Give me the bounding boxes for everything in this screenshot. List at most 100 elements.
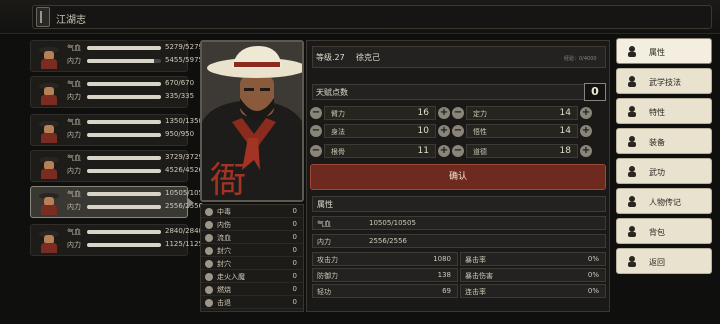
roster-item[interactable]: 气血 670/670 内力 335/335	[30, 76, 194, 108]
mp-label: 内力	[67, 93, 81, 101]
attribute-value: 16	[417, 108, 429, 118]
martial-icon	[628, 76, 636, 87]
combat-stat-name: 防御力	[317, 272, 338, 280]
menu-button-label: 属性	[649, 48, 665, 57]
plus-button[interactable]: +	[438, 145, 450, 157]
mp-value: 4526/4526	[165, 166, 203, 174]
mp-bar-fill	[87, 243, 161, 247]
avatar-body	[41, 95, 57, 105]
attribute-row: − 身法 10 +	[310, 124, 450, 138]
avatar	[37, 119, 61, 143]
mp-value: 2556/2556	[165, 202, 203, 210]
hp-bar-fill	[87, 46, 161, 50]
attribute-row: − 定力 14 +	[452, 106, 592, 120]
combat-stat: 暴击率 0%	[460, 252, 606, 266]
menu-button-7[interactable]: 背包	[616, 218, 712, 244]
minus-button[interactable]: −	[310, 145, 322, 157]
attribute-row: − 道德 18 +	[452, 144, 592, 158]
combat-stat-value: 0%	[587, 271, 599, 279]
plus-button[interactable]: +	[438, 125, 450, 137]
mp-bar	[87, 205, 161, 209]
attribute-name: 身法	[331, 128, 345, 136]
status-row: 流血 0	[201, 232, 303, 244]
status-list: 中毒 0 内伤 0 流血 0 封穴 0 封穴 0 走火入魔 0 燃烧 0 击退 0	[200, 204, 304, 312]
attribute-field: 根骨 11	[324, 144, 436, 158]
minus-button[interactable]: −	[452, 125, 464, 137]
door-icon	[628, 256, 636, 267]
status-value: 0	[292, 272, 297, 280]
attribute-row: − 根骨 11 +	[310, 144, 450, 158]
plus-button[interactable]: +	[580, 125, 592, 137]
info-name: 内力	[317, 238, 331, 246]
mp-bar	[87, 59, 161, 63]
avatar	[37, 45, 61, 69]
combat-stat-value: 69	[442, 287, 451, 295]
hp-label: 气血	[67, 80, 81, 88]
roster-item[interactable]: 气血 5279/5279 内力 5455/5975	[30, 40, 203, 72]
hp-label: 气血	[67, 228, 81, 236]
menu-button-6[interactable]: 人物传记	[616, 188, 712, 214]
menu-button-4[interactable]: 装备	[616, 128, 712, 154]
mp-bar	[87, 95, 161, 99]
attribute-row: − 臂力 16 +	[310, 106, 450, 120]
mp-value: 335/335	[165, 92, 195, 100]
attribute-field: 道德 18	[466, 144, 578, 158]
roster-item[interactable]: 气血 10505/10505 内力 2556/2556	[30, 186, 212, 218]
avatar-body	[41, 59, 57, 69]
minus-button[interactable]: −	[452, 145, 464, 157]
mp-bar-fill	[87, 59, 155, 63]
avatar	[37, 81, 61, 105]
mp-bar-fill	[87, 95, 161, 99]
mp-label: 内力	[67, 241, 81, 249]
status-row: 走火入魔 0	[201, 271, 303, 283]
status-name: 中毒	[217, 208, 231, 216]
menu-button-3[interactable]: 特性	[616, 98, 712, 124]
combat-stat-name: 暴击伤害	[465, 272, 493, 280]
plus-button[interactable]: +	[438, 107, 450, 119]
avatar-body	[41, 243, 57, 253]
plus-button[interactable]: +	[580, 107, 592, 119]
menu-button-2[interactable]: 武学技法	[616, 68, 712, 94]
roster-item[interactable]: 气血 2840/2840 内力 1125/1125	[30, 224, 203, 256]
menu-button-label: 人物传记	[649, 198, 681, 207]
hp-bar-fill	[87, 192, 161, 196]
minus-button[interactable]: −	[310, 107, 322, 119]
portrait-badge: 衙	[210, 160, 246, 201]
roster-item[interactable]: 气血 1350/1350 内力 950/950	[30, 114, 203, 146]
mp-bar-fill	[87, 169, 161, 173]
status-value: 0	[292, 246, 297, 254]
avatar	[37, 191, 61, 215]
attribute-value: 18	[559, 146, 571, 156]
mp-bar-fill	[87, 205, 161, 209]
menu-button-5[interactable]: 武功	[616, 158, 712, 184]
combat-stat-value: 0%	[587, 255, 599, 263]
hp-bar	[87, 156, 161, 160]
avatar	[37, 155, 61, 179]
combat-stat-name: 暴击率	[465, 256, 486, 264]
plus-button[interactable]: +	[580, 145, 592, 157]
status-icon	[205, 208, 213, 216]
attribute-name: 根骨	[331, 148, 345, 156]
minus-button[interactable]: −	[452, 107, 464, 119]
status-value: 0	[292, 220, 297, 228]
mp-value: 5455/5975	[165, 56, 203, 64]
status-name: 击退	[217, 299, 231, 307]
menu-button-label: 返回	[649, 258, 665, 267]
status-row: 燃烧 0	[201, 284, 303, 296]
minus-button[interactable]: −	[310, 125, 322, 137]
menu-button-8[interactable]: 返回	[616, 248, 712, 274]
combat-stat-value: 1080	[433, 255, 451, 263]
menu-button-1[interactable]: 属性	[616, 38, 712, 64]
title-box	[32, 5, 712, 29]
book-icon[interactable]	[36, 7, 50, 27]
trait-icon	[628, 106, 636, 117]
confirm-button[interactable]: 确认	[310, 164, 606, 190]
attribute-field: 身法 10	[324, 124, 436, 138]
biography-icon	[628, 196, 636, 207]
section-title: 属性	[312, 196, 606, 212]
hp-label: 气血	[67, 190, 81, 198]
roster-item[interactable]: 气血 3729/3729 内力 4526/4526	[30, 150, 203, 182]
status-icon	[205, 234, 213, 242]
attribute-field: 悟性 14	[466, 124, 578, 138]
character-portrait: 衙	[200, 40, 304, 202]
